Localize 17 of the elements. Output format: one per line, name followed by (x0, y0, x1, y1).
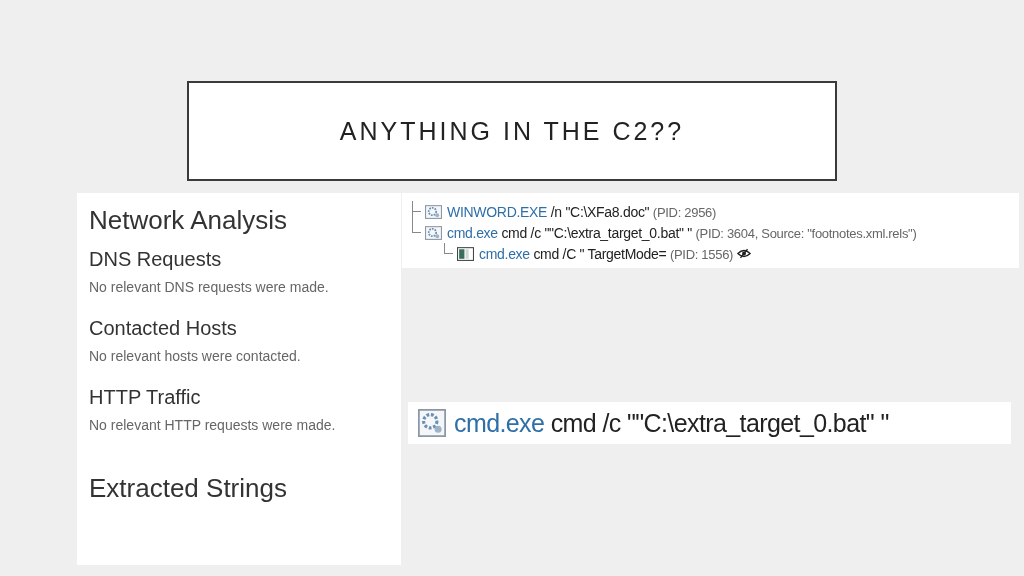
process-entry: cmd.exe cmd /C " TargetMode= (PID: 1556) (479, 245, 734, 262)
console-icon (457, 245, 474, 262)
subsection-heading: DNS Requests (89, 248, 223, 271)
process-entry: WINWORD.EXE /n "C:\XFa8.doc" (PID: 2956) (447, 203, 717, 220)
section-heading: Extracted Strings (89, 473, 288, 504)
subsection-heading: Contacted Hosts (89, 317, 238, 340)
process-entry: cmd.exe cmd /c ""C:\extra_target_0.bat" " (PID: 3604, Source: "footnotes.xml.rels") (447, 224, 917, 241)
section-heading: Network Analysis (89, 205, 288, 236)
section-note: No relevant HTTP requests were made. (89, 417, 337, 433)
gear-icon (418, 409, 446, 437)
slide-title: ANYTHING IN THE C2?? (339, 116, 685, 146)
section-note: No relevant DNS requests were made. (89, 279, 330, 295)
section-note: No relevant hosts were contacted. (89, 348, 302, 364)
process-entry: cmd.exe cmd /c ""C:\extra_target_0.bat" " (454, 408, 889, 438)
gear-icon (425, 203, 442, 220)
gear-icon (425, 224, 442, 241)
subsection-heading: HTTP Traffic (89, 386, 202, 409)
